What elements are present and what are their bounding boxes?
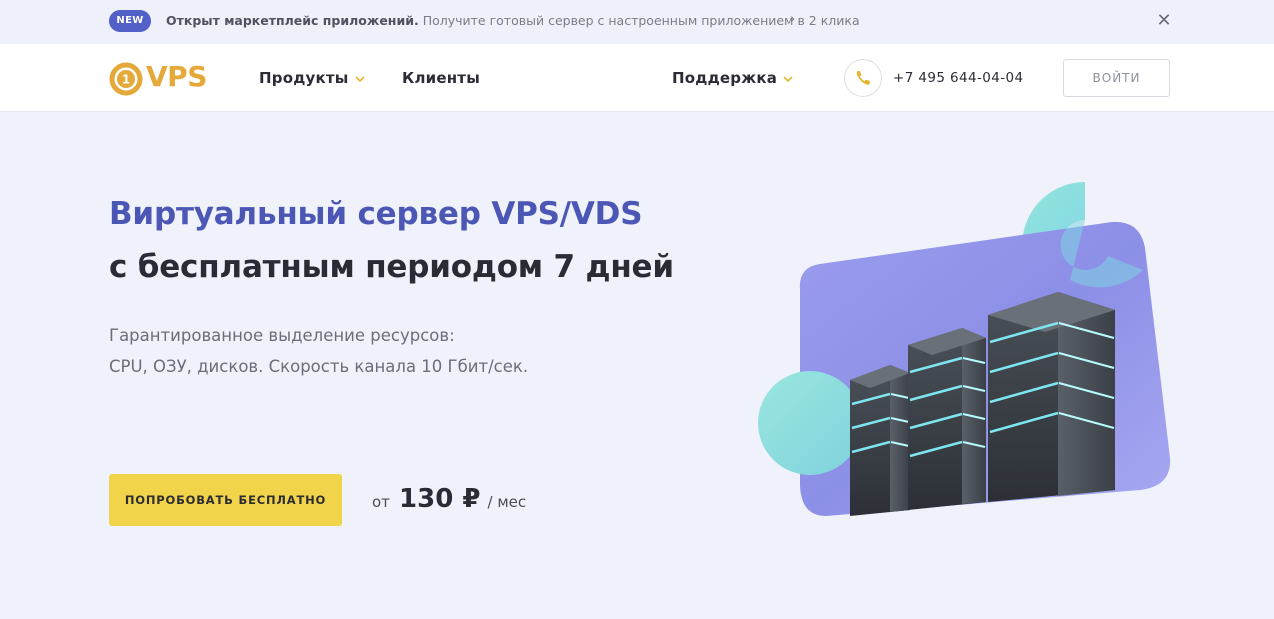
nav-support[interactable]: Поддержка [672, 69, 793, 87]
logo-digit: 1 [122, 73, 130, 87]
logo-text: VPS [146, 60, 207, 93]
nav-products-label: Продукты [259, 69, 349, 87]
login-button[interactable]: ВОЙТИ [1063, 59, 1170, 97]
nav-clients[interactable]: Клиенты [402, 69, 480, 87]
hero-subtitle-line2: CPU, ОЗУ, дисков. Скорость канала 10 Гби… [109, 357, 529, 376]
phone-icon[interactable] [844, 59, 882, 97]
announcement-link[interactable]: Открыт маркетплейс приложений. Получите … [166, 13, 860, 28]
price: от 130 ₽ / мес [372, 484, 526, 514]
logo-mark-icon: 1 [109, 62, 143, 96]
price-suffix: / мес [487, 493, 527, 511]
close-icon[interactable]: ✕ [1155, 11, 1173, 31]
hero-subtitle: Гарантированное выделение ресурсов: CPU,… [109, 320, 528, 382]
new-badge: NEW [109, 10, 151, 32]
chevron-down-icon [354, 73, 365, 86]
hero-title-line2: с бесплатным периодом 7 дней [109, 249, 674, 285]
server-rack-illustration [758, 182, 1171, 516]
site-header: 1 VPS Продукты Клиенты Поддержка +7 495 … [0, 44, 1274, 112]
price-value: 130 ₽ [399, 484, 481, 514]
chevron-down-icon [783, 73, 793, 86]
price-prefix: от [372, 493, 390, 511]
nav-clients-label: Клиенты [402, 69, 480, 87]
announcement-title: Открыт маркетплейс приложений. [166, 13, 419, 28]
chevron-right-icon: › [790, 12, 796, 27]
phone-number-link[interactable]: +7 495 644-04-04 [893, 70, 1024, 86]
logo[interactable]: 1 VPS [109, 60, 209, 96]
hero-subtitle-line1: Гарантированное выделение ресурсов: [109, 326, 455, 345]
hero-title-line1: Виртуальный сервер VPS/VDS [109, 196, 643, 232]
nav-products[interactable]: Продукты [259, 69, 365, 87]
try-free-button[interactable]: ПОПРОБОВАТЬ БЕСПЛАТНО [109, 474, 342, 526]
nav-support-label: Поддержка [672, 69, 778, 87]
announcement-bar: NEW Открыт маркетплейс приложений. Получ… [0, 0, 1274, 44]
